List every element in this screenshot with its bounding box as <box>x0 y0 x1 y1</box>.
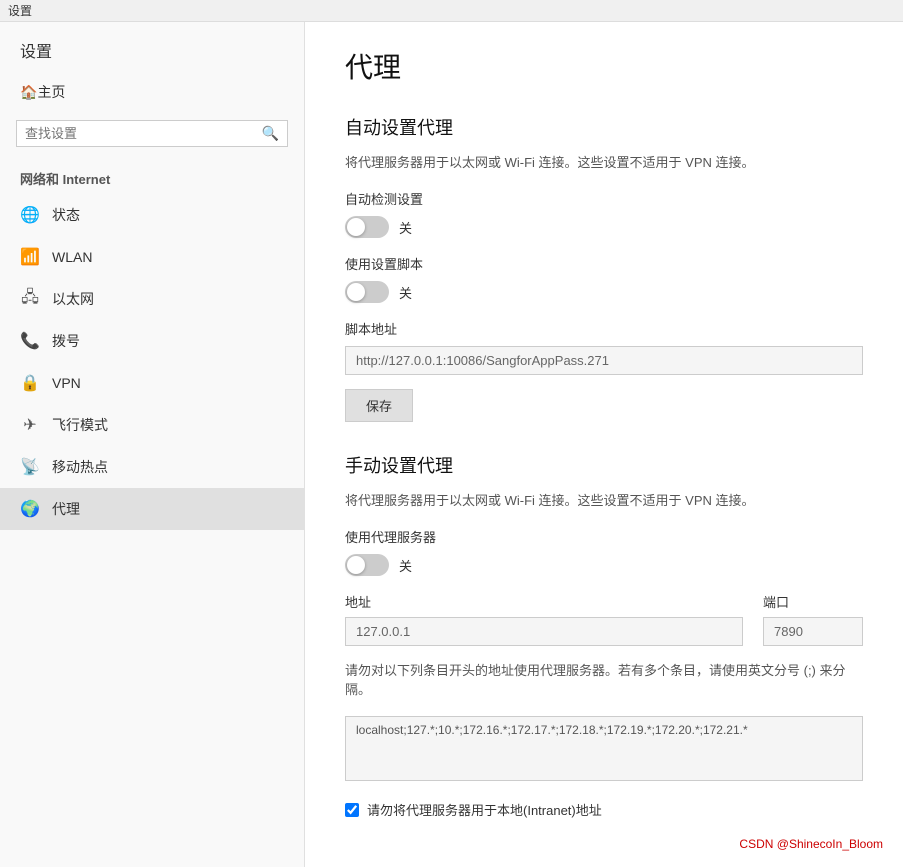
auto-section-title: 自动设置代理 <box>345 114 863 140</box>
sidebar-item-home[interactable]: 🏠 主页 <box>0 72 304 112</box>
main-content: 代理 自动设置代理 将代理服务器用于以太网或 Wi-Fi 连接。这些设置不适用于… <box>305 22 903 867</box>
script-address-input[interactable] <box>345 346 863 375</box>
hotspot-label: 移动热点 <box>52 457 108 477</box>
address-port-row: 地址 端口 <box>345 592 863 646</box>
dial-icon: 📞 <box>20 331 40 351</box>
manual-section-title: 手动设置代理 <box>345 452 863 478</box>
dial-label: 拨号 <box>52 331 80 351</box>
use-proxy-label: 使用代理服务器 <box>345 527 863 546</box>
address-field-group: 地址 <box>345 592 743 646</box>
sidebar-item-airplane[interactable]: ✈ 飞行模式 <box>0 404 304 446</box>
use-script-toggle[interactable] <box>345 281 389 303</box>
auto-detect-state: 关 <box>399 218 412 237</box>
exceptions-desc: 请勿对以下列条目开头的地址使用代理服务器。若有多个条目，请使用英文分号 (;) … <box>345 660 863 698</box>
main-layout: 设置 🏠 主页 🔍 网络和 Internet 🌐 状态 📶 WLAN 🖧 以太网… <box>0 22 903 867</box>
settings-title: 设置 <box>8 2 32 19</box>
sidebar-item-status[interactable]: 🌐 状态 <box>0 194 304 236</box>
use-script-label: 使用设置脚本 <box>345 254 863 273</box>
ethernet-icon: 🖧 <box>20 289 40 309</box>
local-checkbox-label: 请勿将代理服务器用于本地(Intranet)地址 <box>367 800 602 819</box>
save-button[interactable]: 保存 <box>345 389 413 422</box>
vpn-label: VPN <box>52 375 81 391</box>
vpn-icon: 🔒 <box>20 373 40 393</box>
sidebar-item-wlan[interactable]: 📶 WLAN <box>0 236 304 278</box>
manual-section-desc: 将代理服务器用于以太网或 Wi-Fi 连接。这些设置不适用于 VPN 连接。 <box>345 490 863 509</box>
script-address-label: 脚本地址 <box>345 319 863 338</box>
use-proxy-toggle[interactable] <box>345 554 389 576</box>
section-title: 网络和 Internet <box>0 155 304 194</box>
port-input[interactable] <box>763 617 863 646</box>
local-checkbox[interactable] <box>345 803 359 817</box>
proxy-icon: 🌍 <box>20 499 40 519</box>
search-input[interactable] <box>25 126 262 141</box>
port-label: 端口 <box>763 592 863 611</box>
sidebar: 设置 🏠 主页 🔍 网络和 Internet 🌐 状态 📶 WLAN 🖧 以太网… <box>0 22 305 867</box>
address-input[interactable] <box>345 617 743 646</box>
sidebar-item-proxy[interactable]: 🌍 代理 <box>0 488 304 530</box>
airplane-icon: ✈ <box>20 415 40 435</box>
search-icon: 🔍 <box>262 125 279 142</box>
auto-detect-label: 自动检测设置 <box>345 189 863 208</box>
use-proxy-row: 关 <box>345 554 863 576</box>
wlan-label: WLAN <box>52 249 92 265</box>
ethernet-label: 以太网 <box>52 289 94 309</box>
home-label: 主页 <box>37 82 65 102</box>
sidebar-title: 设置 <box>0 22 304 72</box>
sidebar-item-hotspot[interactable]: 📡 移动热点 <box>0 446 304 488</box>
airplane-label: 飞行模式 <box>52 415 108 435</box>
page-title: 代理 <box>345 46 863 86</box>
use-proxy-state: 关 <box>399 556 412 575</box>
home-icon: 🏠 <box>20 84 37 101</box>
port-field-group: 端口 <box>763 592 863 646</box>
use-script-row: 关 <box>345 281 863 303</box>
proxy-label: 代理 <box>52 499 80 519</box>
local-checkbox-row: 请勿将代理服务器用于本地(Intranet)地址 <box>345 800 863 819</box>
address-label: 地址 <box>345 592 743 611</box>
auto-detect-row: 关 <box>345 216 863 238</box>
exceptions-textarea[interactable] <box>345 716 863 781</box>
wlan-icon: 📶 <box>20 247 40 267</box>
search-box: 🔍 <box>16 120 288 147</box>
status-icon: 🌐 <box>20 205 40 225</box>
sidebar-item-vpn[interactable]: 🔒 VPN <box>0 362 304 404</box>
sidebar-item-ethernet[interactable]: 🖧 以太网 <box>0 278 304 320</box>
hotspot-icon: 📡 <box>20 457 40 477</box>
auto-section-desc: 将代理服务器用于以太网或 Wi-Fi 连接。这些设置不适用于 VPN 连接。 <box>345 152 863 171</box>
status-label: 状态 <box>52 205 80 225</box>
use-script-state: 关 <box>399 283 412 302</box>
auto-detect-toggle[interactable] <box>345 216 389 238</box>
top-bar: 设置 <box>0 0 903 22</box>
sidebar-item-dial[interactable]: 📞 拨号 <box>0 320 304 362</box>
